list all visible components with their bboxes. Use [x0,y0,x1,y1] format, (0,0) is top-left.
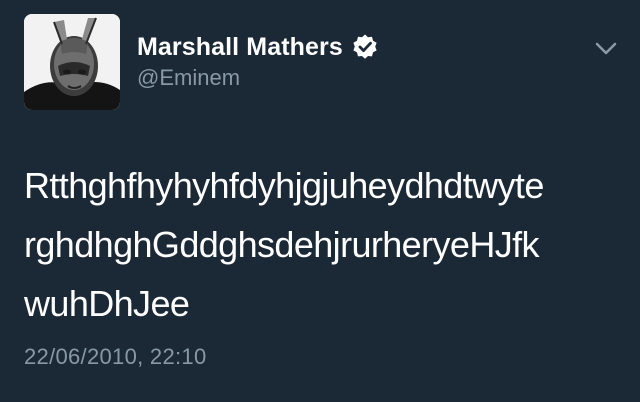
display-name-row: Marshall Mathers [137,30,379,64]
tweet-card: Marshall Mathers @Eminem Rtthghfhyhyhfdy… [0,0,640,402]
verified-badge-icon [351,33,379,61]
tweet-text-line: rghdhghGddghsdehjrurheryeHJfk [24,224,540,265]
display-name[interactable]: Marshall Mathers [137,33,343,62]
avatar-photo [24,14,120,110]
avatar[interactable] [24,14,120,110]
user-handle[interactable]: @Eminem [137,65,379,91]
tweet-text-line: Rtthghfhyhyhfdyhjgjuheydhdtwyte [24,165,544,206]
author-info[interactable]: Marshall Mathers @Eminem [137,30,379,91]
tweet-timestamp[interactable]: 22/06/2010, 22:10 [24,344,207,370]
chevron-down-icon[interactable] [592,38,620,60]
tweet-text: Rtthghfhyhyhfdyhjgjuheydhdtwyte rghdhghG… [24,156,624,333]
tweet-text-line: wuhDhJee [24,283,190,324]
